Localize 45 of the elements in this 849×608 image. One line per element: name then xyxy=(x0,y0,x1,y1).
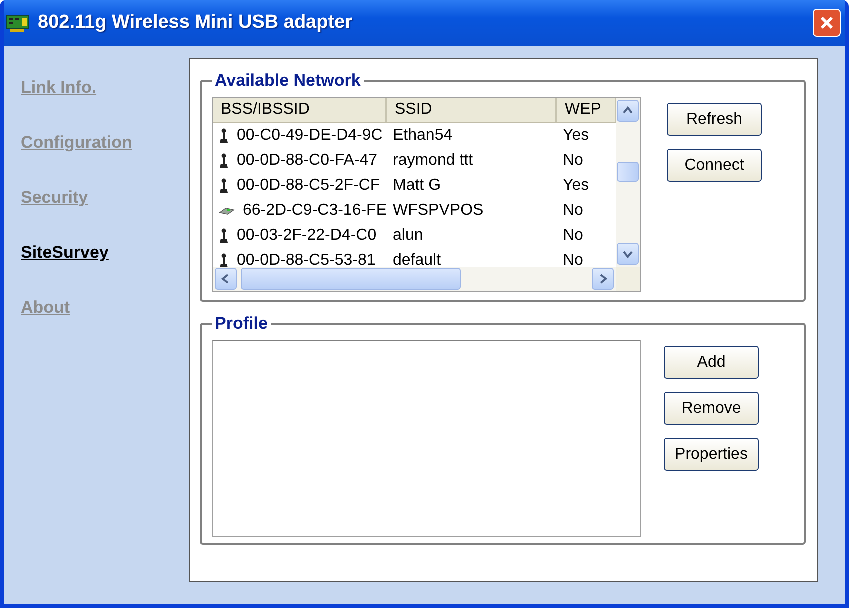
table-cell: 66-2D-C9-C3-16-FE xyxy=(213,202,387,220)
window-title: 802.11g Wireless Mini USB adapter xyxy=(38,12,354,34)
action-button[interactable]: Add xyxy=(664,346,759,379)
table-cell-text: default xyxy=(392,252,442,267)
column-header[interactable]: SSID xyxy=(387,98,557,122)
table-cell-text: Yes xyxy=(562,176,590,194)
table-cell-text: No xyxy=(562,152,584,170)
table-cell: 00-0D-88-C5-2F-CF xyxy=(213,176,387,194)
station-icon xyxy=(219,178,229,194)
column-header[interactable]: BSS/IBSSID xyxy=(213,98,387,122)
scroll-left-button[interactable] xyxy=(215,268,237,290)
table-cell-text: Matt G xyxy=(392,176,442,194)
table-cell-text: WFSPVPOS xyxy=(392,202,485,220)
table-cell-text: alun xyxy=(392,226,424,244)
horizontal-scrollbar[interactable] xyxy=(213,267,616,291)
table-cell: 00-C0-49-DE-D4-9C xyxy=(213,126,387,144)
action-button[interactable]: Remove xyxy=(664,392,759,425)
vertical-scrollbar[interactable] xyxy=(616,98,640,267)
close-button[interactable] xyxy=(813,9,841,37)
group-title: Profile xyxy=(214,314,269,334)
close-icon xyxy=(820,16,834,30)
table-cell-text: No xyxy=(562,252,584,267)
table-cell-text: No xyxy=(562,226,584,244)
table-cell: 00-0D-88-C0-FA-47 xyxy=(213,152,387,170)
scroll-down-button[interactable] xyxy=(617,243,639,265)
table-cell-text: raymond ttt xyxy=(392,152,474,170)
station-icon xyxy=(219,128,229,144)
action-button[interactable]: Properties xyxy=(664,438,759,471)
station-icon xyxy=(219,228,229,244)
sidebar-link[interactable]: SiteSurvey xyxy=(21,240,109,265)
table-cell-text: Yes xyxy=(562,126,590,144)
table-cell: 00-0D-88-C5-53-81 xyxy=(213,252,387,267)
action-button[interactable]: Refresh xyxy=(667,103,762,136)
scroll-thumb[interactable] xyxy=(241,268,461,290)
action-button[interactable]: Connect xyxy=(667,149,762,182)
scroll-thumb[interactable] xyxy=(617,162,639,182)
table-cell-text: No xyxy=(562,202,584,220)
table-cell: 00-03-2F-22-D4-C0 xyxy=(213,226,387,244)
station-icon xyxy=(219,152,229,168)
station-icon xyxy=(219,252,229,267)
group-title: Available Network xyxy=(214,71,362,91)
scroll-right-button[interactable] xyxy=(592,268,614,290)
scroll-up-button[interactable] xyxy=(617,100,639,122)
network-card-icon xyxy=(6,13,30,33)
table-cell-text: Ethan54 xyxy=(392,126,454,144)
